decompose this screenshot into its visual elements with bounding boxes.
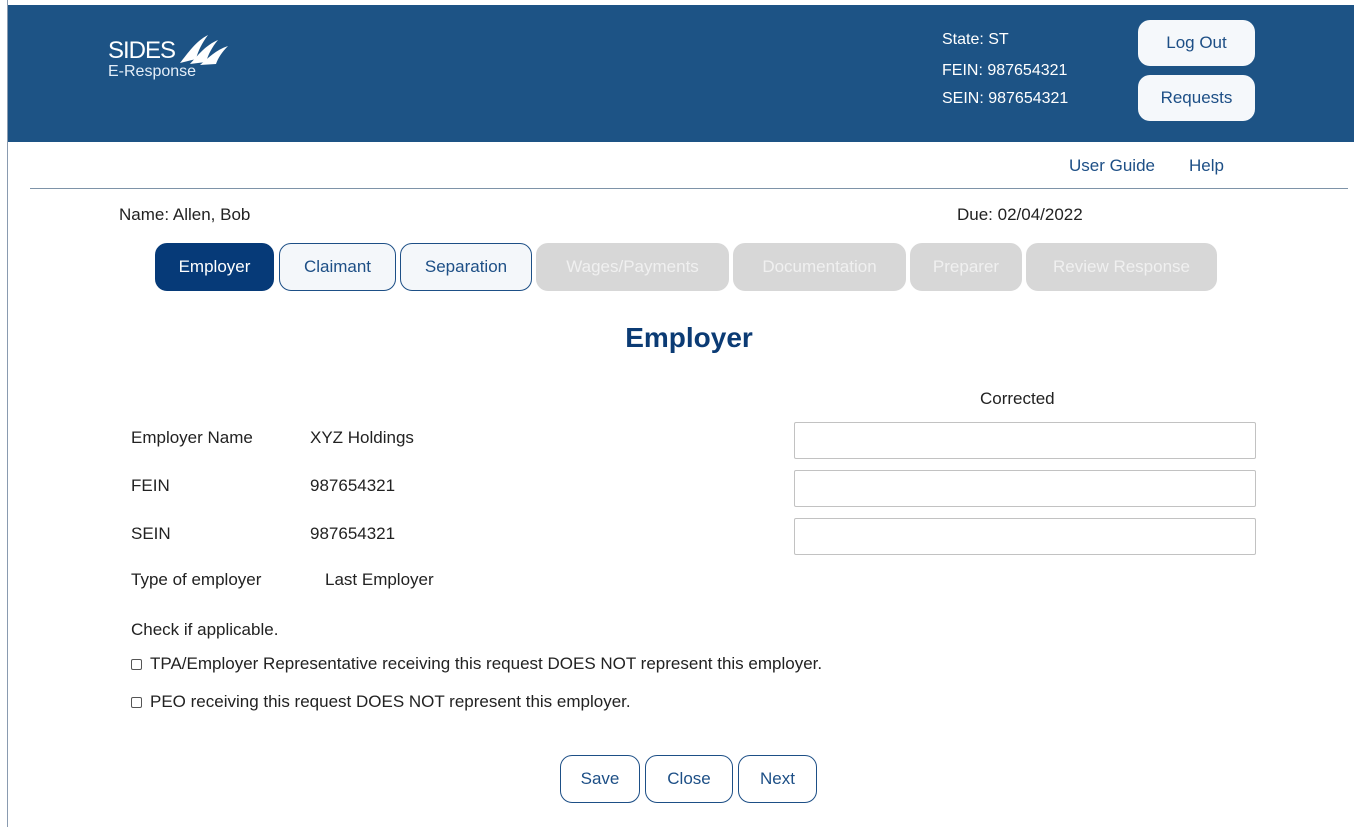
page-title: Employer — [625, 322, 753, 353]
sein-corrected-input[interactable] — [794, 518, 1256, 555]
sides-logo[interactable]: SIDES E-Response — [108, 35, 228, 81]
tab-wages-payments: Wages/Payments — [536, 243, 729, 291]
peo-checkbox-label[interactable]: PEO receiving this request DOES NOT repr… — [150, 692, 631, 712]
tpa-checkbox[interactable] — [131, 659, 142, 670]
employer-name-corrected-input[interactable] — [794, 422, 1256, 459]
peo-checkbox[interactable] — [131, 697, 142, 708]
fein-corrected-input[interactable] — [794, 470, 1256, 507]
wing-icon — [180, 35, 228, 65]
help-link[interactable]: Help — [1189, 156, 1224, 176]
check-intro: Check if applicable. — [131, 620, 279, 639]
tab-documentation: Documentation — [733, 243, 906, 291]
user-guide-link[interactable]: User Guide — [1069, 156, 1155, 176]
due-date: Due: 02/04/2022 — [957, 205, 1083, 224]
requests-button[interactable]: Requests — [1138, 75, 1255, 121]
corrected-column-header: Corrected — [980, 389, 1055, 408]
next-button[interactable]: Next — [738, 755, 817, 803]
sein-label: SEIN — [131, 524, 171, 543]
header-state: State: ST — [942, 31, 1009, 48]
tab-review-response: Review Response — [1026, 243, 1217, 291]
fein-label: FEIN — [131, 476, 170, 495]
save-button[interactable]: Save — [560, 755, 640, 803]
close-button[interactable]: Close — [645, 755, 733, 803]
employer-name-label: Employer Name — [131, 428, 253, 447]
sein-value: 987654321 — [310, 524, 396, 543]
tab-employer[interactable]: Employer — [155, 243, 274, 291]
tpa-checkbox-label[interactable]: TPA/Employer Representative receiving th… — [150, 654, 822, 674]
divider — [30, 188, 1348, 189]
claimant-name: Name: Allen, Bob — [119, 205, 251, 224]
tab-claimant[interactable]: Claimant — [279, 243, 396, 291]
fein-value: 987654321 — [310, 476, 396, 495]
employer-type-value: Last Employer — [325, 570, 434, 589]
tab-preparer: Preparer — [910, 243, 1022, 291]
employer-name-value: XYZ Holdings — [310, 428, 414, 447]
header-fein: FEIN: 987654321 — [942, 62, 1068, 79]
tab-separation[interactable]: Separation — [400, 243, 532, 291]
employer-type-label: Type of employer — [131, 570, 262, 589]
logout-button[interactable]: Log Out — [1138, 20, 1255, 66]
header-sein: SEIN: 987654321 — [942, 90, 1069, 107]
